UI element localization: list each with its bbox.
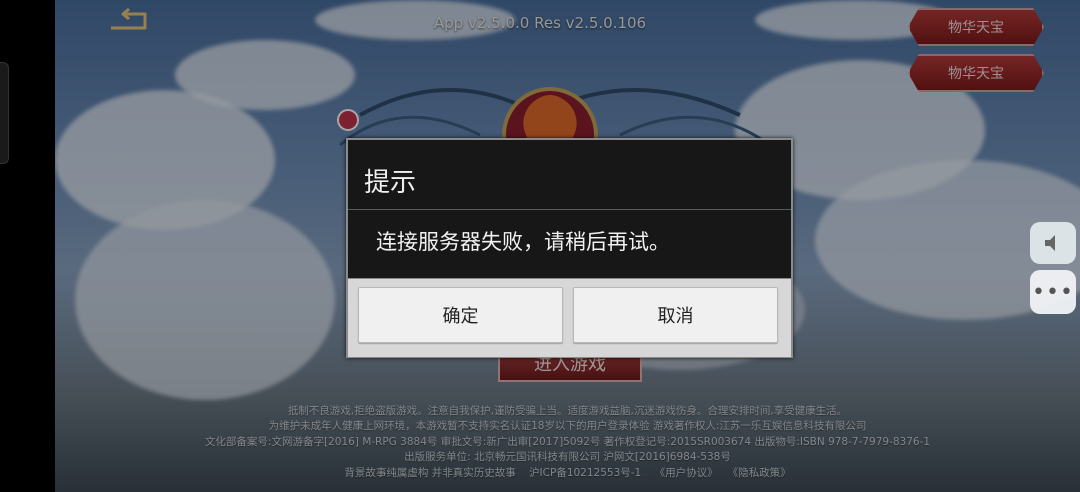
cancel-button[interactable]: 取消 <box>573 287 778 343</box>
ok-button[interactable]: 确定 <box>358 287 563 343</box>
more-icon: ••• <box>1032 279 1074 305</box>
left-bezel <box>0 0 55 492</box>
alert-dialog: 提示 连接服务器失败，请稍后再试。 确定 取消 <box>346 138 793 358</box>
more-button[interactable]: ••• <box>1030 270 1076 314</box>
volume-button[interactable] <box>1030 222 1076 264</box>
dialog-button-bar: 确定 取消 <box>348 278 791 357</box>
dialog-message: 连接服务器失败，请稍后再试。 <box>376 230 670 254</box>
dialog-divider <box>348 209 791 210</box>
bezel-handle <box>0 62 9 164</box>
volume-icon <box>1045 235 1055 251</box>
dialog-title: 提示 <box>364 168 417 198</box>
